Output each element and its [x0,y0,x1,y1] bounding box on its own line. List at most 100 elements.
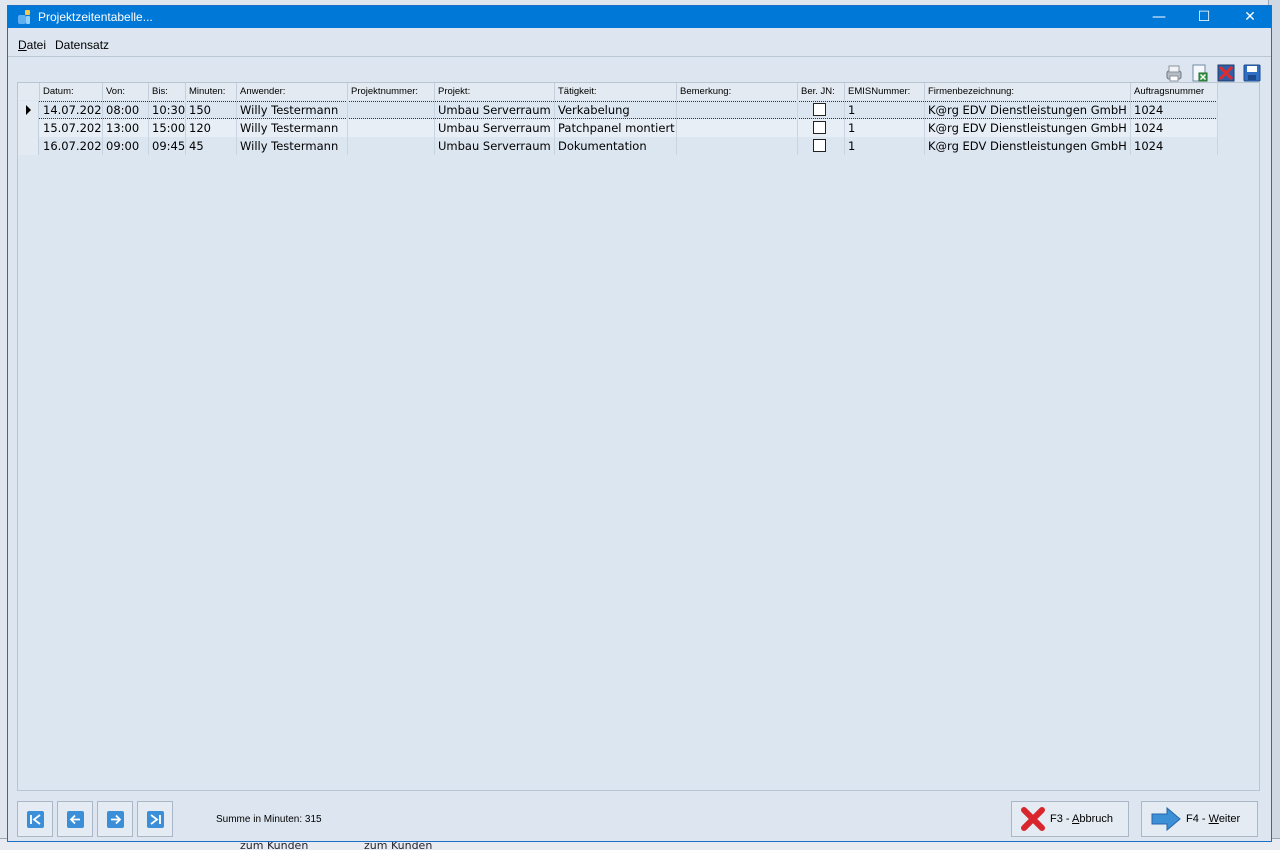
cell-firmenbezeichnung[interactable]: K@rg EDV Dienstleistungen GmbH [925,119,1131,137]
cell-projektnummer[interactable] [348,101,435,119]
minimize-icon: — [1152,9,1166,25]
header-bis[interactable]: Bis: [149,83,186,100]
cell-datum[interactable]: 16.07.202 [40,137,103,155]
window-title: Projektzeitentabelle... [38,10,153,24]
cell-auftragsnummer[interactable]: 1024 [1131,101,1218,119]
next-button-label: F4 - Weiter [1186,813,1241,825]
print-button[interactable] [1163,62,1184,83]
cell-minuten[interactable]: 120 [186,119,237,137]
cancel-button-label: F3 - Abbruch [1050,813,1113,825]
cell-bis[interactable]: 09:45 [149,137,186,155]
table-row[interactable]: 16.07.202 09:00 09:45 45 Willy Testerman… [18,137,1218,155]
header-firmenbezeichnung[interactable]: Firmenbezeichnung: [925,83,1131,100]
cell-datum[interactable]: 15.07.202 [40,119,103,137]
cell-ber-jn [798,119,845,137]
close-icon: ✕ [1244,9,1256,25]
header-ber-jn[interactable]: Ber. JN: [798,83,845,100]
cell-firmenbezeichnung[interactable]: K@rg EDV Dienstleistungen GmbH [925,137,1131,155]
footer-bar: Summe in Minuten: 315 F3 - Abbruch F4 - … [17,800,1260,838]
table-row[interactable]: 14.07.202 08:00 10:30 150 Willy Testerma… [18,101,1218,119]
minimize-button[interactable]: — [1136,6,1182,28]
cell-projektnummer[interactable] [348,137,435,155]
cell-datum[interactable]: 14.07.202 [40,101,103,119]
cell-taetigkeit[interactable]: Verkabelung [555,101,677,119]
current-row-arrow-icon [26,105,31,115]
delete-button[interactable] [1215,62,1236,83]
cell-bemerkung[interactable] [677,137,798,155]
cell-von[interactable]: 09:00 [103,137,149,155]
header-bemerkung[interactable]: Bemerkung: [677,83,798,100]
cell-auftragsnummer[interactable]: 1024 [1131,137,1218,155]
header-emisnummer[interactable]: EMISNummer: [845,83,925,100]
next-record-button[interactable] [97,801,133,837]
cell-emisnummer[interactable]: 1 [845,119,925,137]
last-record-icon [146,810,164,828]
minutes-sum: Summe in Minuten: 315 [216,814,322,825]
header-datum[interactable]: Datum: [40,83,103,100]
header-projekt[interactable]: Projekt: [435,83,555,100]
toolbar [1163,62,1262,84]
arrow-right-icon [106,810,124,828]
cell-bis[interactable]: 15:00 [149,119,186,137]
last-record-button[interactable] [137,801,173,837]
header-taetigkeit[interactable]: Tätigkeit: [555,83,677,100]
header-auftragsnummer[interactable]: Auftragsnummer [1131,83,1218,100]
cell-bemerkung[interactable] [677,119,798,137]
cell-taetigkeit[interactable]: Patchpanel montiert [555,119,677,137]
cell-ber-jn [798,137,845,155]
cell-von[interactable]: 08:00 [103,101,149,119]
first-record-button[interactable] [17,801,53,837]
app-icon [18,10,30,24]
previous-record-button[interactable] [57,801,93,837]
cell-minuten[interactable]: 45 [186,137,237,155]
cell-von[interactable]: 13:00 [103,119,149,137]
save-button[interactable] [1241,62,1262,83]
close-button[interactable]: ✕ [1227,6,1273,28]
delete-icon [1217,64,1234,81]
cell-projekt[interactable]: Umbau Serverraum [435,101,555,119]
row-indicator [18,119,39,137]
cell-minuten[interactable]: 150 [186,101,237,119]
maximize-button[interactable]: ☐ [1181,6,1227,28]
table-row[interactable]: 15.07.202 13:00 15:00 120 Willy Testerma… [18,119,1218,137]
menu-datensatz[interactable]: Datensatz [55,38,109,52]
menu-separator [8,56,1271,57]
maximize-icon: ☐ [1197,9,1211,25]
cell-ber-jn [798,101,845,119]
ber-jn-checkbox[interactable] [813,139,826,152]
table-header: Datum: Von: Bis: Minuten: Anwender: Proj… [18,83,1259,100]
menu-datei[interactable]: Datei [18,38,46,52]
cell-firmenbezeichnung[interactable]: K@rg EDV Dienstleistungen GmbH [925,101,1131,119]
header-anwender[interactable]: Anwender: [237,83,348,100]
next-button[interactable]: F4 - Weiter [1141,801,1258,837]
ber-jn-checkbox[interactable] [813,121,826,134]
cancel-button[interactable]: F3 - Abbruch [1011,801,1129,837]
cell-projektnummer[interactable] [348,119,435,137]
cell-auftragsnummer[interactable]: 1024 [1131,119,1218,137]
cell-anwender[interactable]: Willy Testermann [237,137,348,155]
cell-emisnummer[interactable]: 1 [845,137,925,155]
cell-emisnummer[interactable]: 1 [845,101,925,119]
project-times-table[interactable]: Datum: Von: Bis: Minuten: Anwender: Proj… [17,82,1260,791]
row-indicator [18,101,39,119]
cell-anwender[interactable]: Willy Testermann [237,101,348,119]
ber-jn-checkbox[interactable] [813,103,826,116]
header-von[interactable]: Von: [103,83,149,100]
cell-projekt[interactable]: Umbau Serverraum [435,137,555,155]
header-projektnummer[interactable]: Projektnummer: [348,83,435,100]
header-minuten[interactable]: Minuten: [186,83,237,100]
cell-bemerkung[interactable] [677,101,798,119]
arrow-right-big-icon [1151,806,1181,832]
project-times-window: Projektzeitentabelle... — ☐ ✕ Datei Date… [7,5,1272,842]
first-record-icon [26,810,44,828]
title-bar[interactable]: Projektzeitentabelle... — ☐ ✕ [8,6,1271,28]
menu-bar: Datei Datensatz [8,35,1271,55]
export-excel-button[interactable] [1189,62,1210,83]
export-excel-icon [1192,64,1207,81]
header-indicator [18,83,40,100]
cell-projekt[interactable]: Umbau Serverraum [435,119,555,137]
printer-icon [1166,65,1181,81]
cell-bis[interactable]: 10:30 [149,101,186,119]
cell-taetigkeit[interactable]: Dokumentation [555,137,677,155]
cell-anwender[interactable]: Willy Testermann [237,119,348,137]
